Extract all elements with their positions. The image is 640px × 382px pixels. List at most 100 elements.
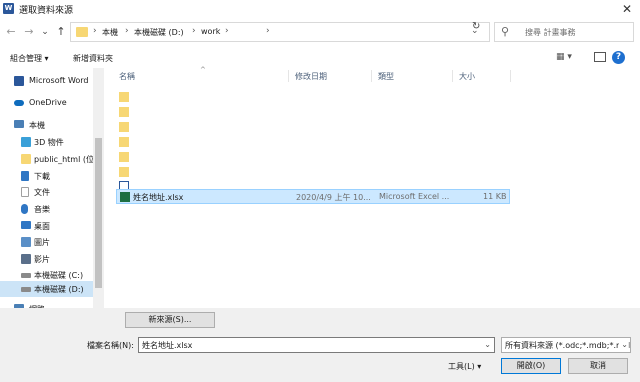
video-icon — [21, 254, 31, 264]
column-header-name[interactable]: 名稱 — [119, 71, 135, 82]
tools-dropdown[interactable]: 工具(L) ▾ — [448, 361, 481, 372]
sidebar-item-drive-d[interactable]: 本機磁碟 (D:) — [0, 281, 93, 297]
table-row[interactable] — [116, 120, 510, 135]
sort-ascending-icon: ^ — [200, 66, 206, 74]
sidebar-item-pictures[interactable]: 圖片 — [0, 234, 93, 250]
up-arrow-icon[interactable]: ↑ — [54, 24, 68, 40]
table-row[interactable] — [116, 135, 510, 150]
refresh-icon[interactable]: ↻ — [472, 21, 480, 32]
filename-value: 姓名地址.xlsx — [142, 341, 193, 350]
file-type: Microsoft Excel ... — [379, 192, 450, 201]
help-icon[interactable]: ? — [612, 51, 625, 64]
search-placeholder: 搜尋 計畫事務 — [525, 28, 576, 37]
sidebar-item-label: 文件 — [34, 188, 50, 197]
breadcrumb-separator[interactable]: › — [266, 26, 270, 36]
recent-locations-icon[interactable]: ⌄ — [38, 24, 52, 40]
folder-icon — [21, 154, 31, 164]
table-row[interactable] — [116, 105, 510, 120]
close-icon[interactable]: ✕ — [618, 1, 636, 17]
sidebar-item-documents[interactable]: 文件 — [0, 184, 93, 200]
sidebar-item-downloads[interactable]: 下載 — [0, 168, 93, 184]
table-row[interactable] — [116, 150, 510, 165]
new-source-button[interactable]: 新來源(S)... — [125, 312, 215, 328]
sidebar-item-label: 本機磁碟 (C:) — [34, 271, 84, 280]
sidebar-item-videos[interactable]: 影片 — [0, 251, 93, 267]
file-type-select[interactable]: 所有資料來源 (*.odc;*.mdb;*.mdb;*.a ⌄ — [501, 337, 631, 353]
sidebar-item-microsoft-word[interactable]: Microsoft Word — [0, 73, 93, 89]
sidebar-item-label: 本機 — [29, 121, 45, 130]
sidebar-item-label: 下載 — [34, 172, 50, 181]
sidebar-item-label: 音樂 — [34, 205, 50, 214]
sidebar-item-label: 3D 物件 — [34, 138, 64, 147]
filename-field[interactable]: 姓名地址.xlsx ⌄ — [138, 337, 495, 353]
sidebar-item-label: Microsoft Word — [29, 76, 89, 85]
sidebar-item-label: 桌面 — [34, 222, 50, 231]
sidebar-item-label: public_html (位: — [34, 155, 97, 164]
desktop-icon — [21, 221, 31, 229]
table-row[interactable] — [116, 90, 510, 105]
sidebar-item-3d-objects[interactable]: 3D 物件 — [0, 134, 93, 150]
forward-arrow-icon[interactable]: → — [22, 24, 36, 40]
folder-icon — [119, 107, 129, 117]
pictures-icon — [21, 237, 31, 247]
table-row[interactable] — [116, 165, 510, 180]
table-row-selected[interactable]: 姓名地址.xlsx 2020/4/9 上午 10... Microsoft Ex… — [116, 189, 510, 204]
address-bar[interactable]: › 本機 › 本機磁碟 (D:) › work › › ⌄ — [70, 22, 490, 42]
cloud-icon — [14, 100, 24, 106]
scrollbar-thumb[interactable] — [95, 138, 102, 288]
view-options-icon[interactable]: ▦ ▾ — [556, 52, 572, 62]
sidebar-item-desktop[interactable]: 桌面 — [0, 218, 93, 234]
dialog-footer: 新來源(S)... 檔案名稱(N): 姓名地址.xlsx ⌄ 所有資料來源 (*… — [0, 308, 640, 382]
column-divider[interactable] — [510, 70, 511, 82]
sidebar-item-onedrive[interactable]: OneDrive — [0, 95, 93, 111]
chevron-down-icon[interactable]: ⌄ — [484, 340, 491, 349]
breadcrumb-separator[interactable]: › — [192, 26, 196, 36]
column-divider[interactable] — [288, 70, 289, 82]
address-row: ← → ⌄ ↑ › 本機 › 本機磁碟 (D:) › work › › ⌄ ↻ … — [0, 18, 640, 46]
organize-button[interactable]: 組合管理 ▾ — [10, 53, 49, 64]
cancel-button[interactable]: 取消 — [568, 358, 628, 374]
folder-icon — [119, 92, 129, 102]
drive-icon — [21, 273, 31, 278]
breadcrumb-this-pc[interactable]: 本機 — [102, 27, 118, 38]
file-size: 11 KB — [483, 192, 507, 201]
excel-icon — [120, 192, 130, 202]
breadcrumb-separator[interactable]: › — [125, 26, 129, 36]
column-header-modified[interactable]: 修改日期 — [295, 71, 327, 82]
command-toolbar: 組合管理 ▾ 新增資料夾 ▦ ▾ ? — [0, 48, 640, 68]
folder-icon — [119, 152, 129, 162]
sidebar-item-label: OneDrive — [29, 98, 67, 107]
new-folder-button[interactable]: 新增資料夾 — [73, 53, 113, 64]
folder-icon — [119, 137, 129, 147]
breadcrumb-work[interactable]: work — [201, 27, 220, 36]
open-button[interactable]: 開啟(O) — [501, 358, 561, 374]
breadcrumb-separator[interactable]: › — [225, 26, 229, 36]
sidebar-item-public-html[interactable]: public_html (位: — [0, 151, 97, 167]
sidebar-item-network[interactable]: 網路 — [0, 301, 93, 308]
preview-pane-icon[interactable] — [594, 52, 606, 62]
back-arrow-icon[interactable]: ← — [4, 24, 18, 40]
search-input[interactable]: ⚲ 搜尋 計畫事務 — [494, 22, 634, 42]
sidebar-item-label: 影片 — [34, 255, 50, 264]
breadcrumb-separator[interactable]: › — [93, 26, 97, 36]
sidebar-item-this-pc[interactable]: 本機 — [0, 117, 93, 133]
sidebar-item-music[interactable]: 音樂 — [0, 201, 93, 217]
cube-icon — [21, 137, 31, 147]
chevron-down-icon[interactable]: ⌄ — [619, 340, 628, 349]
file-name: 姓名地址.xlsx — [133, 193, 184, 202]
file-list: 名稱 ^ 修改日期 類型 大小 姓名地址.xlsx 2020/4/9 上午 10… — [106, 66, 640, 308]
window-title: 選取資料來源 — [19, 6, 74, 16]
column-header-size[interactable]: 大小 — [459, 71, 475, 82]
column-divider[interactable] — [371, 70, 372, 82]
document-icon — [21, 187, 29, 197]
column-divider[interactable] — [452, 70, 453, 82]
title-bar: W 選取資料來源 ✕ — [0, 0, 640, 18]
sidebar-item-label: 本機磁碟 (D:) — [34, 285, 84, 294]
column-header-type[interactable]: 類型 — [378, 71, 394, 82]
sidebar-scrollbar[interactable] — [93, 68, 104, 308]
drive-icon — [21, 287, 31, 292]
word-icon — [14, 76, 24, 86]
breadcrumb-drive-d[interactable]: 本機磁碟 (D:) — [134, 27, 184, 38]
navigation-pane: Microsoft Word OneDrive 本機 3D 物件 public_… — [0, 68, 104, 308]
word-icon: W — [3, 3, 14, 14]
